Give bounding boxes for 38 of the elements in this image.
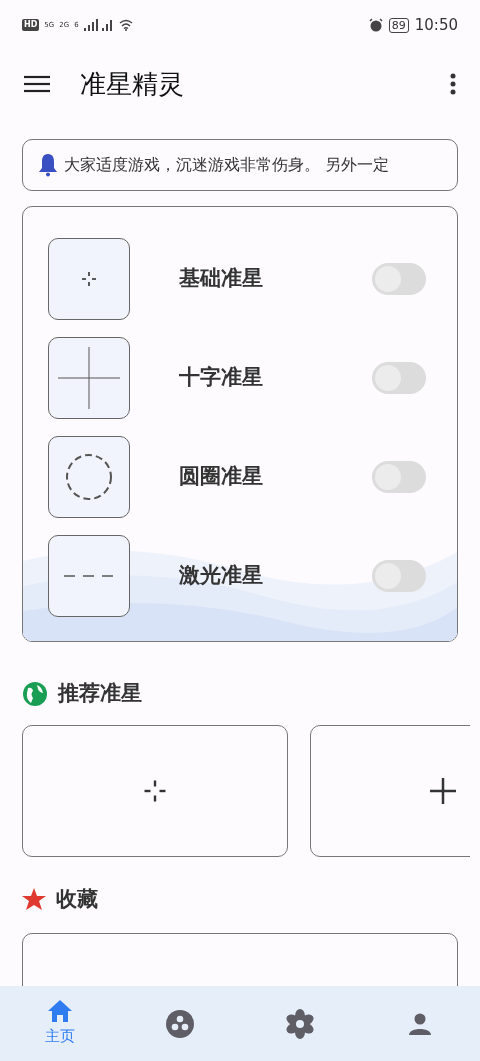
crosshair-preview[interactable] [48, 337, 130, 419]
notice-text: 大家适度游戏，沉迷游戏非常伤身。 另外一定 [64, 154, 390, 176]
crosshair-preview[interactable] [48, 238, 130, 320]
dashed-line-icon [64, 574, 114, 578]
toggle-switch[interactable] [372, 560, 426, 592]
flower-icon [286, 1008, 314, 1039]
toggle-switch[interactable] [372, 263, 426, 295]
plus-icon [430, 777, 456, 804]
battery-level: 89 [388, 17, 409, 33]
bell-icon [38, 153, 58, 177]
dots-circle-icon [166, 1009, 194, 1038]
crosshair-name: 圆圈准星 [179, 463, 264, 491]
toggle-switch[interactable] [372, 362, 426, 394]
section-title: 收藏 [56, 885, 98, 913]
plus-icon [58, 347, 120, 409]
menu-icon[interactable] [24, 75, 50, 93]
crosshair-icon [81, 271, 97, 287]
wifi-icon [118, 19, 133, 31]
crosshair-name: 十字准星 [179, 364, 264, 392]
signal-icon [83, 19, 114, 31]
more-options-icon[interactable] [450, 73, 456, 95]
crosshair-preview[interactable] [48, 535, 130, 617]
home-icon [47, 999, 73, 1024]
crosshair-preview[interactable] [48, 436, 130, 518]
dashed-circle-icon [65, 453, 113, 501]
status-label: HD [22, 19, 40, 31]
status-time: 10:50 [414, 14, 458, 36]
star-icon [22, 888, 46, 911]
crosshair-icon [143, 778, 167, 803]
globe-icon [22, 680, 48, 707]
toggle-switch[interactable] [372, 461, 426, 493]
section-title: 推荐准星 [58, 680, 142, 707]
app-title: 准星精灵 [80, 67, 185, 101]
crosshair-name: 基础准星 [179, 265, 264, 293]
person-icon [408, 1011, 432, 1036]
crosshair-name: 激光准星 [179, 562, 264, 590]
recommended-card[interactable] [22, 724, 288, 857]
alarm-icon [368, 18, 383, 32]
